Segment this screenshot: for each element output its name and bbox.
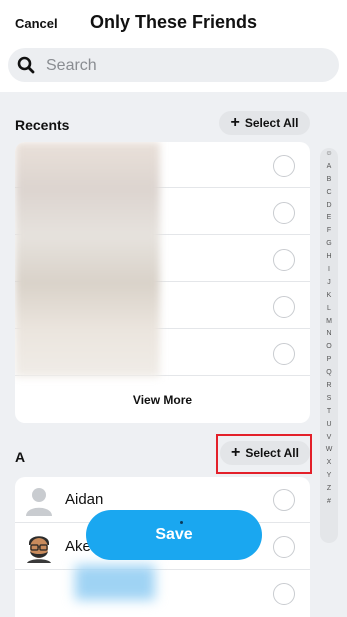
search-bar[interactable]: [8, 48, 339, 82]
save-button[interactable]: Save: [86, 510, 262, 560]
touch-indicator: [180, 521, 183, 524]
index-letter[interactable]: M: [320, 316, 338, 329]
index-letter[interactable]: Z: [320, 483, 338, 496]
index-letter[interactable]: V: [320, 432, 338, 445]
select-radio[interactable]: [273, 489, 295, 511]
bitmoji-avatar-icon: [23, 531, 55, 563]
default-avatar-icon: [23, 484, 55, 516]
list-item[interactable]: [15, 571, 310, 617]
index-letter[interactable]: F: [320, 225, 338, 238]
index-letter[interactable]: W: [320, 444, 338, 457]
recents-list: View More: [15, 142, 310, 423]
select-all-label: Select All: [244, 116, 299, 130]
plus-icon: +: [230, 114, 240, 131]
section-a-title: A: [15, 449, 26, 465]
recents-select-all-button[interactable]: + Select All: [219, 111, 310, 135]
index-letter[interactable]: Q: [320, 367, 338, 380]
page-title: Only These Friends: [89, 12, 258, 32]
index-letter[interactable]: U: [320, 419, 338, 432]
index-letter[interactable]: E: [320, 212, 338, 225]
index-letter[interactable]: Y: [320, 470, 338, 483]
index-letter[interactable]: L: [320, 303, 338, 316]
index-letter[interactable]: A: [320, 161, 338, 174]
index-letter[interactable]: #: [320, 496, 338, 509]
recents-title: Recents: [15, 117, 70, 133]
index-letter[interactable]: D: [320, 200, 338, 213]
header: Cancel Only These Friends: [0, 0, 347, 92]
select-radio[interactable]: [273, 536, 295, 558]
index-letter[interactable]: O: [320, 341, 338, 354]
index-letter[interactable]: X: [320, 457, 338, 470]
search-icon: [17, 56, 35, 74]
index-letter[interactable]: ☺: [320, 148, 338, 161]
index-letter[interactable]: I: [320, 264, 338, 277]
blurred-avatar: [75, 565, 155, 600]
select-radio[interactable]: [273, 296, 295, 318]
index-letter[interactable]: G: [320, 238, 338, 251]
select-radio[interactable]: [273, 155, 295, 177]
index-letter[interactable]: S: [320, 393, 338, 406]
index-letter[interactable]: B: [320, 174, 338, 187]
index-letter[interactable]: T: [320, 406, 338, 419]
search-input[interactable]: [44, 56, 308, 76]
friend-name: Aidan: [65, 491, 104, 508]
select-radio[interactable]: [273, 202, 295, 224]
alphabet-index[interactable]: ☺ A B C D E F G H I J K L M N O P Q R S T U V W X Y Z #: [320, 148, 338, 543]
index-letter[interactable]: H: [320, 251, 338, 264]
select-radio[interactable]: [273, 583, 295, 605]
select-radio[interactable]: [273, 249, 295, 271]
blurred-avatars: [15, 142, 160, 377]
index-letter[interactable]: K: [320, 290, 338, 303]
index-letter[interactable]: C: [320, 187, 338, 200]
select-radio[interactable]: [273, 343, 295, 365]
highlight-box: [216, 434, 312, 474]
view-more-button[interactable]: View More: [15, 377, 310, 423]
index-letter[interactable]: P: [320, 354, 338, 367]
index-letter[interactable]: R: [320, 380, 338, 393]
index-letter[interactable]: J: [320, 277, 338, 290]
index-letter[interactable]: N: [320, 328, 338, 341]
